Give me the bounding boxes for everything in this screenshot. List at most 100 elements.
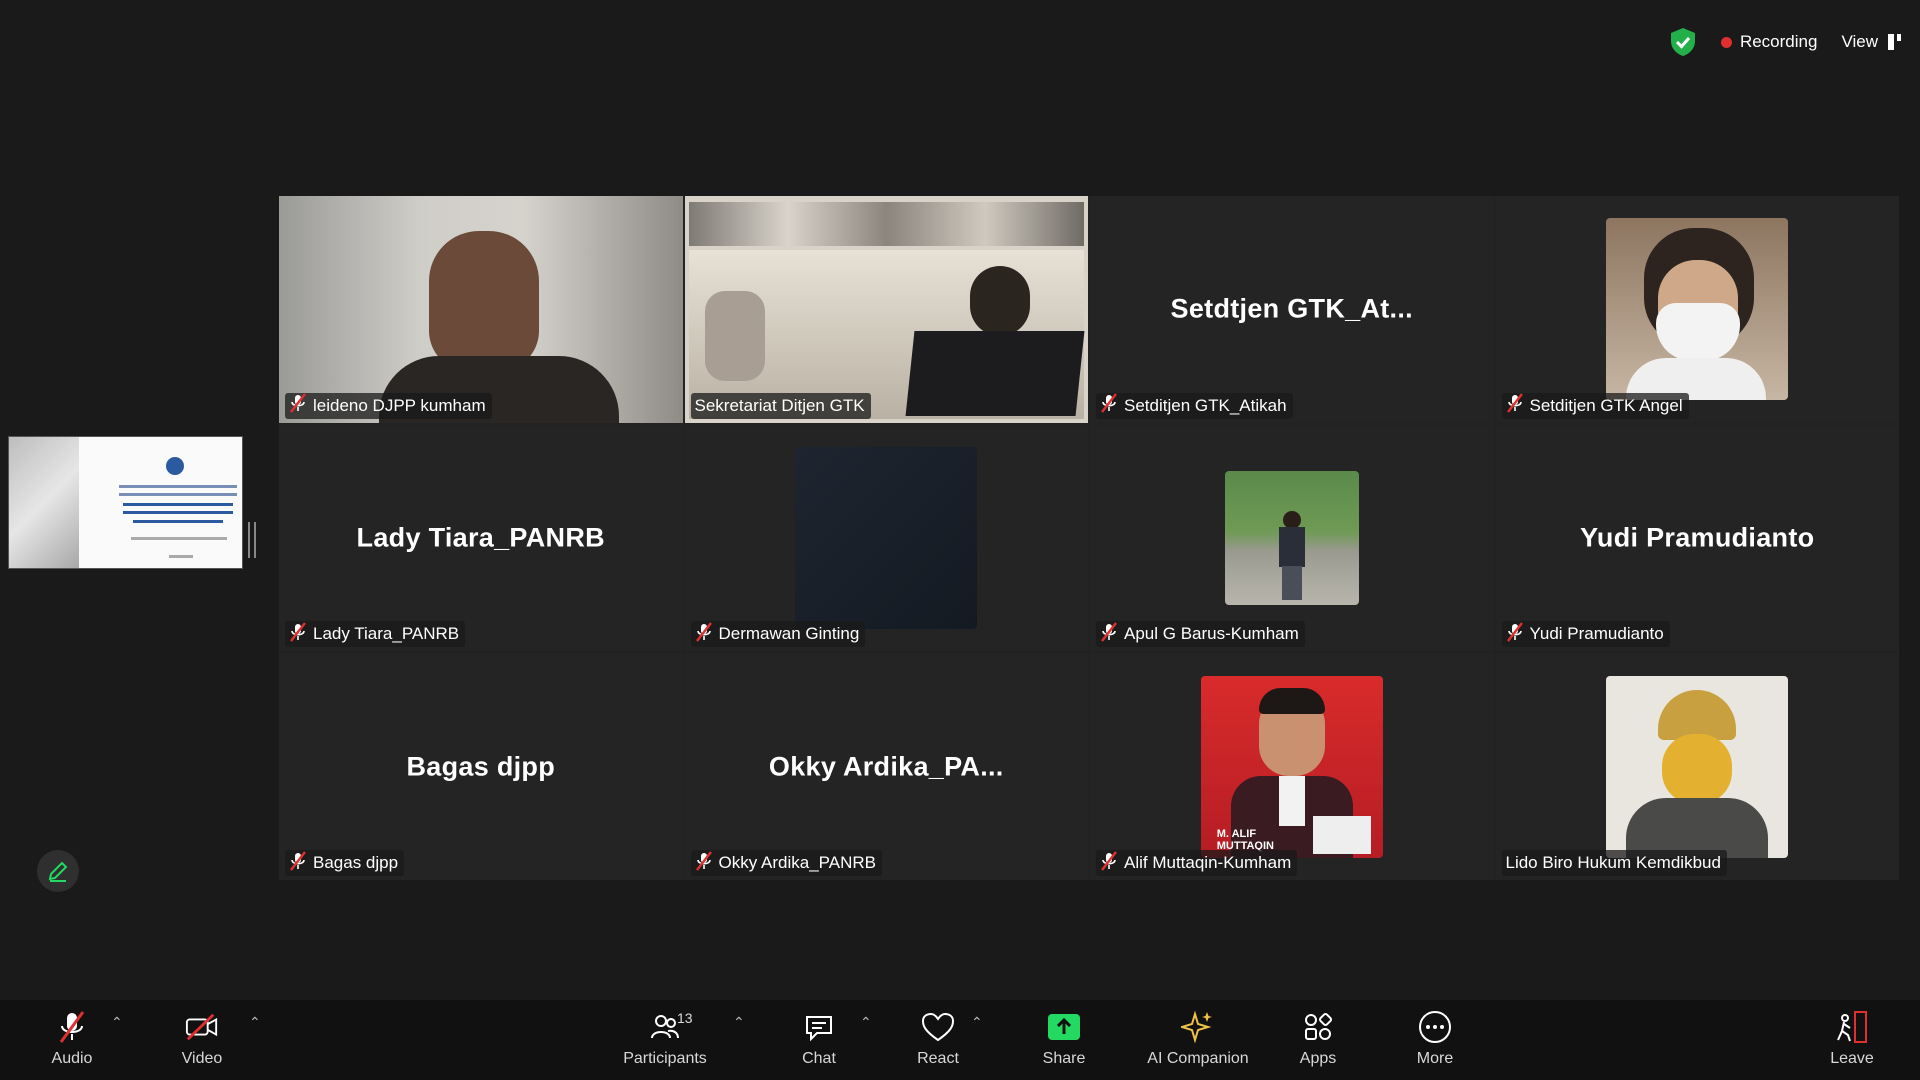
leave-label: Leave: [1830, 1050, 1874, 1067]
leave-door-icon: [1837, 1011, 1867, 1043]
participant-tile[interactable]: Sekretariat Ditjen GTK: [684, 196, 1088, 423]
participants-options-caret[interactable]: ⌃: [733, 1014, 745, 1031]
muted-mic-icon: [1506, 393, 1524, 418]
muted-mic-icon: [695, 850, 713, 876]
participants-icon: [651, 1015, 679, 1039]
share-button[interactable]: Share: [1014, 1010, 1114, 1068]
participant-tile[interactable]: Setdtjen GTK_At... Setditjen GTK_Atikah: [1090, 196, 1494, 423]
participant-tile[interactable]: leideno DJPP kumham: [279, 196, 683, 423]
participant-nametag: Sekretariat Ditjen GTK: [690, 392, 871, 419]
participant-name-display: Lady Tiara_PANRB: [356, 522, 605, 553]
recording-label: Recording: [1739, 32, 1818, 51]
participant-tile[interactable]: Bagas djpp Bagas djpp: [279, 653, 683, 880]
participant-name: Sekretariat Ditjen GTK: [694, 395, 865, 415]
muted-mic-icon: [1100, 850, 1118, 876]
participant-nametag: leideno DJPP kumham: [285, 392, 492, 419]
security-shield-icon[interactable]: [1669, 27, 1697, 57]
heart-icon: [921, 1012, 955, 1042]
participant-name-display: Setdtjen GTK_At...: [1170, 293, 1413, 324]
participant-nametag: Lady Tiara_PANRB: [285, 621, 466, 648]
apps-label: Apps: [1299, 1050, 1337, 1067]
chat-bubble-icon: [806, 1016, 832, 1042]
participant-tile[interactable]: M. ALIF MUTTAQIN Alif Muttaqin-Kumham: [1090, 653, 1494, 880]
slide-image: [9, 437, 79, 568]
participants-count: 13: [677, 1010, 693, 1026]
sparkle-icon: [1181, 1010, 1212, 1044]
participant-tile[interactable]: Okky Ardika_PA... Okky Ardika_PANRB: [684, 653, 1088, 880]
participant-video: [684, 196, 1088, 423]
video-label: Video: [181, 1050, 223, 1067]
participant-name: Dermawan Ginting: [718, 624, 860, 644]
participant-nametag: Lido Biro Hukum Kemdikbud: [1501, 850, 1727, 876]
participant-name: Lady Tiara_PANRB: [313, 624, 460, 644]
more-label: More: [1416, 1050, 1454, 1067]
muted-mic-icon: [1100, 622, 1118, 647]
muted-mic-icon: [289, 393, 307, 418]
participant-name: leideno DJPP kumham: [313, 395, 486, 415]
muted-mic-icon: [289, 622, 307, 647]
participant-photo: [1606, 218, 1789, 401]
leave-button[interactable]: Leave: [1802, 1010, 1902, 1068]
participant-name-display: Okky Ardika_PA...: [768, 751, 1004, 782]
participants-button[interactable]: 13 Participants: [615, 1010, 715, 1068]
audio-label: Audio: [51, 1050, 93, 1067]
participant-tile[interactable]: Dermawan Ginting: [684, 424, 1088, 652]
participant-photo: [1224, 470, 1359, 605]
more-button[interactable]: More: [1385, 1010, 1485, 1068]
audio-button[interactable]: Audio: [22, 1010, 122, 1068]
panel-resize-handle[interactable]: [248, 522, 256, 558]
react-options-caret[interactable]: ⌃: [971, 1014, 983, 1031]
apps-icon: [1305, 1012, 1333, 1040]
participant-name: Lido Biro Hukum Kemdikbud: [1505, 853, 1721, 872]
ai-companion-button[interactable]: AI Companion: [1122, 1010, 1274, 1068]
participant-photo: [795, 446, 978, 629]
view-button[interactable]: View: [1841, 32, 1902, 52]
gallery-grid: leideno DJPP kumham Sekretariat Ditjen GT…: [279, 196, 1899, 880]
participant-nametag: Setditjen GTK Angel: [1501, 392, 1689, 419]
chat-label: Chat: [802, 1050, 836, 1067]
chat-options-caret[interactable]: ⌃: [860, 1014, 872, 1031]
participant-nametag: Bagas djpp: [285, 850, 405, 876]
shared-screen-thumbnail[interactable]: [8, 436, 243, 569]
share-screen-icon: [1048, 1014, 1080, 1040]
participant-nametag: Setditjen GTK_Atikah: [1096, 392, 1293, 419]
muted-mic-icon: [695, 622, 713, 647]
recording-indicator[interactable]: Recording: [1720, 32, 1818, 52]
more-dots-icon: [1419, 1011, 1451, 1043]
view-label: View: [1841, 32, 1878, 51]
audio-options-caret[interactable]: ⌃: [111, 1014, 123, 1031]
top-status-bar: Recording View: [1669, 22, 1902, 62]
participant-photo: [1606, 675, 1789, 858]
microphone-muted-icon: [59, 1011, 85, 1043]
recording-dot-icon: [1720, 36, 1732, 48]
participant-name: Apul G Barus-Kumham: [1124, 624, 1299, 644]
participant-name: Alif Muttaqin-Kumham: [1124, 853, 1292, 872]
participant-tile[interactable]: Lido Biro Hukum Kemdikbud: [1495, 653, 1899, 880]
video-options-caret[interactable]: ⌃: [249, 1014, 261, 1031]
participants-label: Participants: [623, 1050, 707, 1067]
participant-nametag: Apul G Barus-Kumham: [1096, 621, 1305, 648]
participant-name: Okky Ardika_PANRB: [718, 853, 876, 872]
pencil-icon: [48, 861, 68, 882]
annotate-button[interactable]: [37, 850, 79, 892]
meeting-toolbar: Audio ⌃ Video ⌃ 13 Participants ⌃ Chat ⌃: [0, 1000, 1920, 1080]
participant-nametag: Yudi Pramudianto: [1501, 621, 1670, 648]
chat-button[interactable]: Chat: [769, 1010, 869, 1068]
ai-companion-label: AI Companion: [1147, 1050, 1249, 1067]
participant-name-display: Bagas djpp: [406, 751, 556, 782]
share-label: Share: [1042, 1050, 1086, 1067]
participant-name: Setditjen GTK Angel: [1529, 395, 1683, 415]
participant-tile[interactable]: Setditjen GTK Angel: [1495, 196, 1899, 423]
muted-mic-icon: [1506, 622, 1524, 647]
participant-tile[interactable]: Yudi Pramudianto Yudi Pramudianto: [1495, 424, 1899, 652]
muted-mic-icon: [1100, 393, 1118, 418]
video-button[interactable]: Video: [152, 1010, 252, 1068]
participant-tile[interactable]: Apul G Barus-Kumham: [1090, 424, 1494, 652]
participant-name: Yudi Pramudianto: [1529, 624, 1664, 644]
grid-view-icon: [1888, 34, 1902, 50]
ministry-logo-icon: [166, 457, 184, 475]
participant-name-display: Yudi Pramudianto: [1580, 522, 1815, 553]
participant-tile[interactable]: Lady Tiara_PANRB Lady Tiara_PANRB: [279, 424, 683, 652]
participant-nametag: Dermawan Ginting: [690, 621, 866, 648]
apps-button[interactable]: Apps: [1268, 1010, 1368, 1068]
